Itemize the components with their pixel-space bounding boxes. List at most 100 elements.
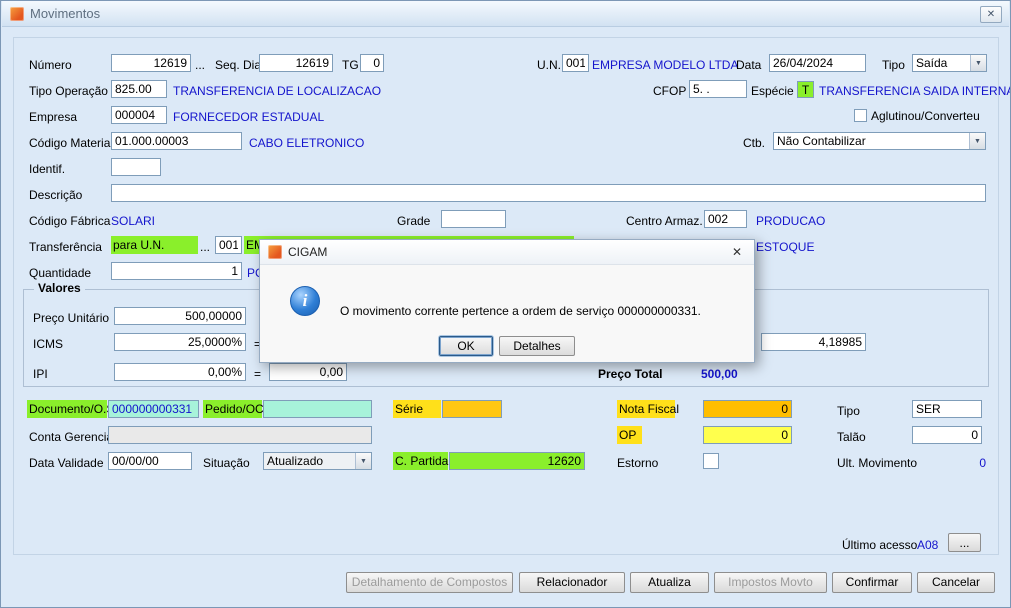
pedido-oc-input[interactable] — [263, 400, 372, 418]
aglutinou-checkbox[interactable] — [854, 109, 867, 122]
relacionador-button[interactable]: Relacionador — [519, 572, 625, 593]
estorno-label: Estorno — [617, 456, 659, 470]
grade-label: Grade — [397, 214, 431, 228]
tipo-operacao-label: Tipo Operação — [29, 84, 108, 98]
ctb-label: Ctb. — [743, 136, 766, 150]
situacao-combobox-value: Atualizado — [267, 454, 324, 468]
especie-value-box[interactable]: T — [797, 81, 814, 98]
transferencia-un-input[interactable] — [215, 236, 242, 254]
c-partida-input[interactable] — [449, 452, 585, 470]
serie-input[interactable] — [442, 400, 502, 418]
codigo-fabrica-value: SOLARI — [111, 214, 156, 228]
dialog-title: CIGAM — [288, 245, 328, 259]
cancelar-button[interactable]: Cancelar — [917, 572, 995, 593]
tg-label: TG — [342, 58, 359, 72]
preco-unitario-label: Preço Unitário — [33, 311, 110, 325]
pedido-oc-chip: Pedido/OC — [203, 400, 264, 418]
empresa-desc: FORNECEDOR ESTADUAL — [173, 110, 325, 124]
window-title: Movimentos — [30, 6, 101, 21]
tipo-operacao-input[interactable] — [111, 80, 167, 98]
detalhes-button[interactable]: Detalhes — [499, 336, 575, 356]
quantidade-label: Quantidade — [29, 266, 92, 280]
conta-gerencial-label: Conta Gerencial — [29, 430, 116, 444]
data-validade-label: Data Validade — [29, 456, 104, 470]
un-code-input[interactable] — [562, 54, 589, 72]
seq-dia-input[interactable] — [259, 54, 333, 72]
cfop-label: CFOP — [653, 84, 687, 98]
seq-dia-label: Seq. Dia — [215, 58, 262, 72]
documento-os-chip: Documento/O.S — [27, 400, 115, 418]
ipi-input[interactable] — [114, 363, 246, 381]
identif-input[interactable] — [111, 158, 161, 176]
icms-input[interactable] — [114, 333, 246, 351]
ipi-label: IPI — [33, 367, 48, 381]
chevron-down-icon[interactable] — [355, 453, 371, 469]
preco-total-label: Preço Total — [598, 367, 663, 381]
transferencia-browse-button[interactable]: ... — [200, 238, 210, 256]
codigo-fabrica-label: Código Fábrica — [29, 214, 111, 228]
centro-armaz-input[interactable] — [704, 210, 747, 228]
transferencia-modo-chip[interactable]: para U.N. — [111, 236, 198, 254]
quantidade-input[interactable] — [111, 262, 242, 280]
ultimo-acesso-label: Último acesso — [842, 538, 918, 552]
numero-browse-button[interactable]: ... — [195, 56, 205, 74]
window-titlebar[interactable]: Movimentos — [2, 1, 1009, 27]
empresa-input[interactable] — [111, 106, 167, 124]
numero-input[interactable] — [111, 54, 191, 72]
chevron-down-icon[interactable] — [969, 133, 985, 149]
confirmar-button[interactable]: Confirmar — [832, 572, 912, 593]
descricao-input[interactable] — [111, 184, 986, 202]
tg-input[interactable] — [360, 54, 384, 72]
codigo-material-input[interactable] — [111, 132, 242, 150]
window-close-button[interactable]: ✕ — [980, 6, 1002, 23]
codigo-material-label: Código Material — [29, 136, 114, 150]
detalhamento-compostos-button[interactable]: Detalhamento de Compostos — [346, 572, 513, 593]
aglutinou-label: Aglutinou/Converteu — [871, 109, 980, 123]
transferencia-desc: ESTOQUE — [756, 240, 815, 254]
ipi-equals-text: = — [254, 367, 262, 381]
tipo-doc-label: Tipo — [837, 404, 860, 418]
documento-os-input[interactable] — [108, 400, 199, 418]
op-chip: OP — [617, 426, 642, 444]
ctb-combobox-value: Não Contabilizar — [777, 134, 866, 148]
dialog-message: O movimento corrente pertence a ordem de… — [340, 304, 701, 318]
tipo-combobox-value: Saída — [916, 56, 948, 70]
chevron-down-icon[interactable] — [970, 55, 986, 71]
ctb-combobox[interactable]: Não Contabilizar — [773, 132, 986, 150]
estorno-box[interactable] — [703, 453, 719, 469]
ok-button[interactable]: OK — [439, 336, 493, 356]
cfop-input[interactable] — [689, 80, 747, 98]
situacao-combobox[interactable]: Atualizado — [263, 452, 372, 470]
numero-label: Número — [29, 58, 72, 72]
talao-input[interactable] — [912, 426, 982, 444]
ultimo-acesso-browse-button[interactable]: ... — [948, 533, 981, 552]
impostos-movto-button[interactable]: Impostos Movto — [714, 572, 827, 593]
tipo-doc-input[interactable] — [912, 400, 982, 418]
preco-unitario-input[interactable] — [114, 307, 246, 325]
ult-movimento-value: 0 — [979, 456, 986, 470]
valores-legend: Valores — [34, 281, 85, 295]
info-icon: i — [290, 286, 320, 316]
data-input[interactable] — [769, 54, 866, 72]
serie-chip: Série — [393, 400, 441, 418]
especie-label: Espécie — [751, 84, 794, 98]
nota-fiscal-chip: Nota Fiscal — [617, 400, 680, 418]
tipo-combobox[interactable]: Saída — [912, 54, 987, 72]
grade-input[interactable] — [441, 210, 506, 228]
atualiza-button[interactable]: Atualiza — [630, 572, 709, 593]
dialog-titlebar[interactable]: CIGAM ✕ — [260, 240, 754, 265]
data-validade-input[interactable] — [108, 452, 192, 470]
ultimo-acesso-value: A08 — [917, 538, 939, 552]
preco-total-value: 500,00 — [701, 367, 738, 381]
op-input[interactable] — [703, 426, 792, 444]
dialog-close-button[interactable]: ✕ — [728, 245, 746, 259]
icms-valor-input[interactable] — [761, 333, 866, 351]
conta-gerencial-input[interactable] — [108, 426, 372, 444]
especie-desc: TRANSFERENCIA SAIDA INTERNA — [819, 84, 1011, 98]
nota-fiscal-input[interactable] — [703, 400, 792, 418]
data-label: Data — [736, 58, 762, 72]
descricao-label: Descrição — [29, 188, 83, 202]
situacao-label: Situação — [203, 456, 250, 470]
ipi-valor-input[interactable] — [269, 363, 347, 381]
talao-label: Talão — [837, 430, 866, 444]
